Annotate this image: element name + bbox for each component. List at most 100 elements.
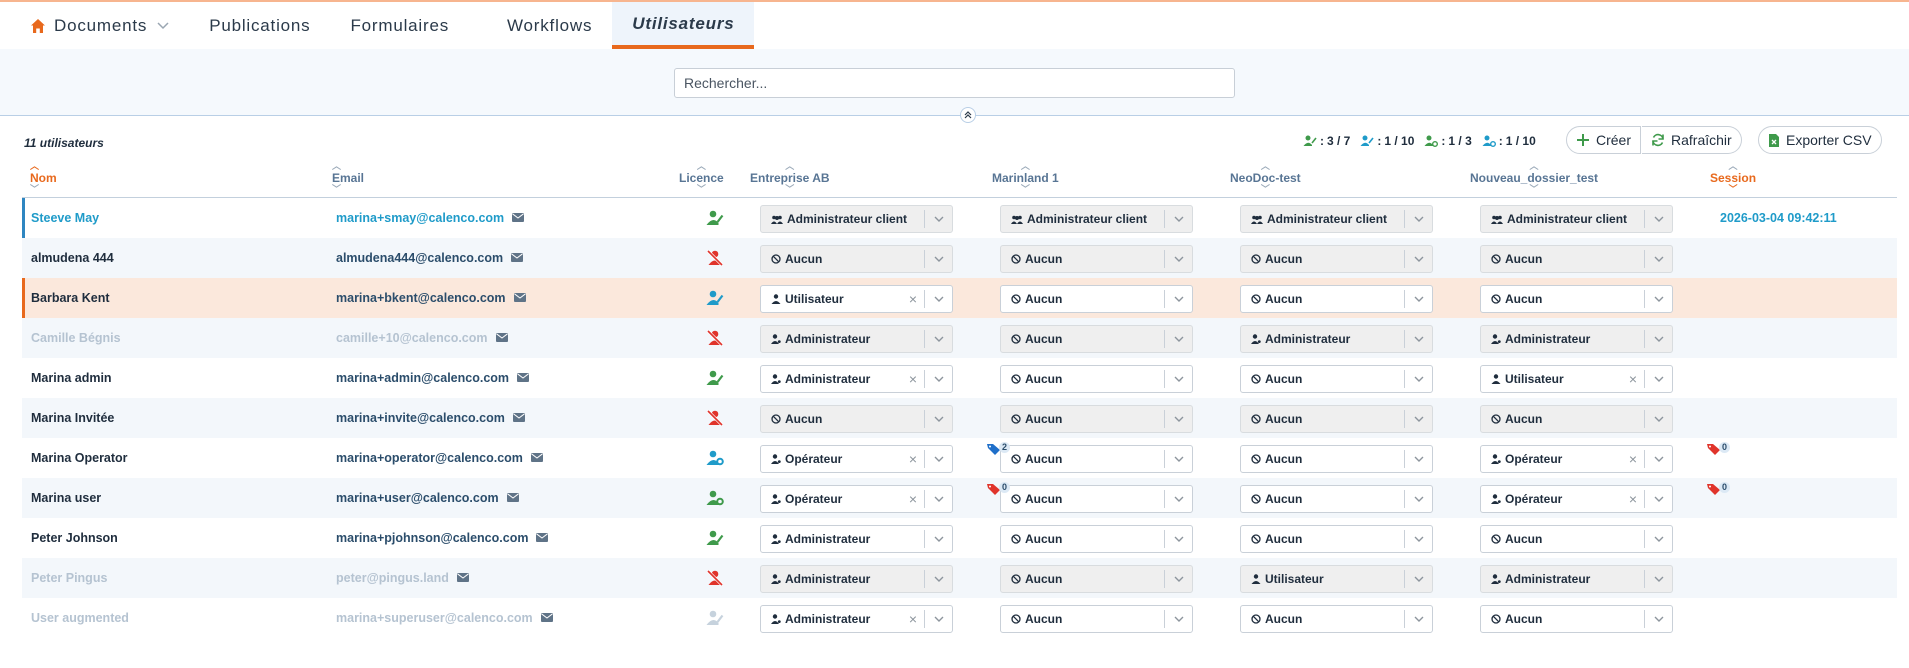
nav-formulaires[interactable]: Formulaires bbox=[330, 2, 469, 49]
email-text[interactable]: peter@pingus.land bbox=[336, 571, 449, 585]
clear-icon[interactable]: × bbox=[902, 291, 924, 307]
envelope-icon[interactable] bbox=[511, 251, 524, 265]
email-text[interactable]: marina+superuser@calenco.com bbox=[336, 611, 533, 625]
user-edit-icon[interactable] bbox=[700, 598, 730, 638]
chevron-down-icon[interactable] bbox=[1165, 496, 1192, 502]
role-select[interactable]: Aucun bbox=[1000, 285, 1193, 313]
role-select[interactable]: Aucun bbox=[1000, 565, 1193, 593]
chevron-down-icon[interactable] bbox=[1165, 416, 1192, 422]
role-select[interactable]: Administrateur client bbox=[1240, 205, 1433, 233]
col-entreprise[interactable]: ︿ Entreprise AB ﹀ bbox=[750, 158, 830, 198]
col-marinland[interactable]: ︿ Marinland 1 ﹀ bbox=[992, 158, 1059, 198]
chevron-down-icon[interactable] bbox=[1405, 216, 1432, 222]
chevron-down-icon[interactable] bbox=[1165, 336, 1192, 342]
user-edit-icon[interactable] bbox=[700, 358, 730, 398]
chevron-down-icon[interactable] bbox=[1165, 256, 1192, 262]
user-email[interactable]: marina+pjohnson@calenco.com bbox=[336, 518, 549, 558]
table-row[interactable]: Steeve May marina+smay@calenco.com Admini… bbox=[22, 198, 1897, 238]
chevron-down-icon[interactable] bbox=[1165, 296, 1192, 302]
user-edit-icon[interactable] bbox=[700, 198, 730, 238]
role-select[interactable]: Administrateur bbox=[1240, 325, 1433, 353]
create-button[interactable]: Créer bbox=[1566, 126, 1642, 154]
envelope-icon[interactable] bbox=[456, 571, 469, 585]
role-select[interactable]: Utilisateur × bbox=[760, 285, 953, 313]
user-email[interactable]: marina+invite@calenco.com bbox=[336, 398, 525, 438]
chevron-down-icon[interactable] bbox=[925, 336, 952, 342]
chevron-down-icon[interactable] bbox=[925, 296, 952, 302]
user-name[interactable]: Marina admin bbox=[31, 358, 112, 398]
envelope-icon[interactable] bbox=[513, 291, 526, 305]
refresh-button[interactable]: Rafraîchir bbox=[1642, 126, 1742, 154]
chevron-down-icon[interactable] bbox=[1165, 616, 1192, 622]
chevron-down-icon[interactable] bbox=[1645, 256, 1672, 262]
role-select[interactable]: Aucun bbox=[1000, 325, 1193, 353]
role-select[interactable]: Aucun bbox=[1240, 245, 1433, 273]
nav-workflows[interactable]: Workflows bbox=[487, 2, 612, 49]
role-select[interactable]: Aucun bbox=[1000, 405, 1193, 433]
role-select[interactable]: Aucun bbox=[1240, 485, 1433, 513]
col-email[interactable]: ︿ Email ﹀ bbox=[332, 158, 364, 198]
envelope-icon[interactable] bbox=[536, 531, 549, 545]
role-select[interactable]: Aucun bbox=[1480, 285, 1673, 313]
role-select[interactable]: Aucun bbox=[1480, 405, 1673, 433]
role-select[interactable]: Aucun bbox=[760, 405, 953, 433]
chevron-down-icon[interactable] bbox=[1645, 576, 1672, 582]
chevron-down-icon[interactable] bbox=[1405, 296, 1432, 302]
role-select[interactable]: Aucun bbox=[1000, 445, 1193, 473]
user-email[interactable]: marina+smay@calenco.com bbox=[336, 198, 525, 238]
chevron-down-icon[interactable] bbox=[1645, 296, 1672, 302]
email-text[interactable]: marina+invite@calenco.com bbox=[336, 411, 505, 425]
role-select[interactable]: Aucun bbox=[1000, 605, 1193, 633]
tags-badge[interactable]: 2 bbox=[986, 442, 1011, 456]
table-row[interactable]: almudena 444 almudena444@calenco.com Aucu… bbox=[22, 238, 1897, 278]
chevron-down-icon[interactable] bbox=[925, 216, 952, 222]
chevron-down-icon[interactable] bbox=[157, 21, 169, 30]
col-licence[interactable]: ︿ Licence ﹀ bbox=[679, 158, 724, 198]
role-select[interactable]: Administrateur bbox=[760, 525, 953, 553]
user-name[interactable]: almudena 444 bbox=[31, 238, 114, 278]
table-row[interactable]: Peter Johnson marina+pjohnson@calenco.com… bbox=[22, 518, 1897, 558]
chevron-down-icon[interactable] bbox=[925, 416, 952, 422]
role-select[interactable]: Administrateur bbox=[760, 325, 953, 353]
user-email[interactable]: peter@pingus.land bbox=[336, 558, 469, 598]
user-edit-icon[interactable] bbox=[700, 518, 730, 558]
user-name[interactable]: Marina user bbox=[31, 478, 101, 518]
table-row[interactable]: User augmented marina+superuser@calenco.c… bbox=[22, 598, 1897, 638]
chevron-down-icon[interactable] bbox=[1405, 456, 1432, 462]
user-edit-icon[interactable] bbox=[700, 278, 730, 318]
table-row[interactable]: Marina Invitée marina+invite@calenco.com … bbox=[22, 398, 1897, 438]
clear-icon[interactable]: × bbox=[1622, 371, 1644, 387]
chevron-down-icon[interactable] bbox=[1405, 416, 1432, 422]
chevron-down-icon[interactable] bbox=[1645, 376, 1672, 382]
role-select[interactable]: Aucun bbox=[1480, 605, 1673, 633]
export-csv-button[interactable]: Exporter CSV bbox=[1758, 126, 1882, 154]
envelope-icon[interactable] bbox=[495, 331, 508, 345]
email-text[interactable]: marina+user@calenco.com bbox=[336, 491, 499, 505]
chevron-down-icon[interactable] bbox=[1165, 456, 1192, 462]
chevron-down-icon[interactable] bbox=[1405, 576, 1432, 582]
role-select[interactable]: Aucun bbox=[1240, 525, 1433, 553]
chevron-down-icon[interactable] bbox=[1645, 336, 1672, 342]
role-select[interactable]: Aucun bbox=[1000, 485, 1193, 513]
role-select[interactable]: Administrateur × bbox=[760, 605, 953, 633]
user-name[interactable]: Camille Bégnis bbox=[31, 318, 121, 358]
user-name[interactable]: Barbara Kent bbox=[31, 278, 110, 318]
chevron-down-icon[interactable] bbox=[1645, 536, 1672, 542]
col-nouveau[interactable]: ︿ Nouveau_dossier_test ﹀ bbox=[1470, 158, 1598, 198]
user-email[interactable]: camille+10@calenco.com bbox=[336, 318, 508, 358]
user-slash-icon[interactable] bbox=[700, 318, 730, 358]
clear-icon[interactable]: × bbox=[902, 451, 924, 467]
envelope-icon[interactable] bbox=[512, 211, 525, 225]
email-text[interactable]: marina+smay@calenco.com bbox=[336, 211, 504, 225]
envelope-icon[interactable] bbox=[540, 611, 553, 625]
email-text[interactable]: marina+bkent@calenco.com bbox=[336, 291, 506, 305]
chevron-down-icon[interactable] bbox=[1645, 616, 1672, 622]
user-name[interactable]: Marina Invitée bbox=[31, 398, 114, 438]
col-session[interactable]: ︿ Session ﹀ bbox=[1710, 158, 1756, 198]
envelope-icon[interactable] bbox=[530, 451, 543, 465]
tags-badge[interactable]: 0 bbox=[1706, 442, 1731, 456]
role-select[interactable]: Aucun bbox=[1000, 525, 1193, 553]
table-row[interactable]: Marina Operator marina+operator@calenco.c… bbox=[22, 438, 1897, 478]
clear-icon[interactable]: × bbox=[902, 371, 924, 387]
nav-publications[interactable]: Publications bbox=[189, 2, 330, 49]
